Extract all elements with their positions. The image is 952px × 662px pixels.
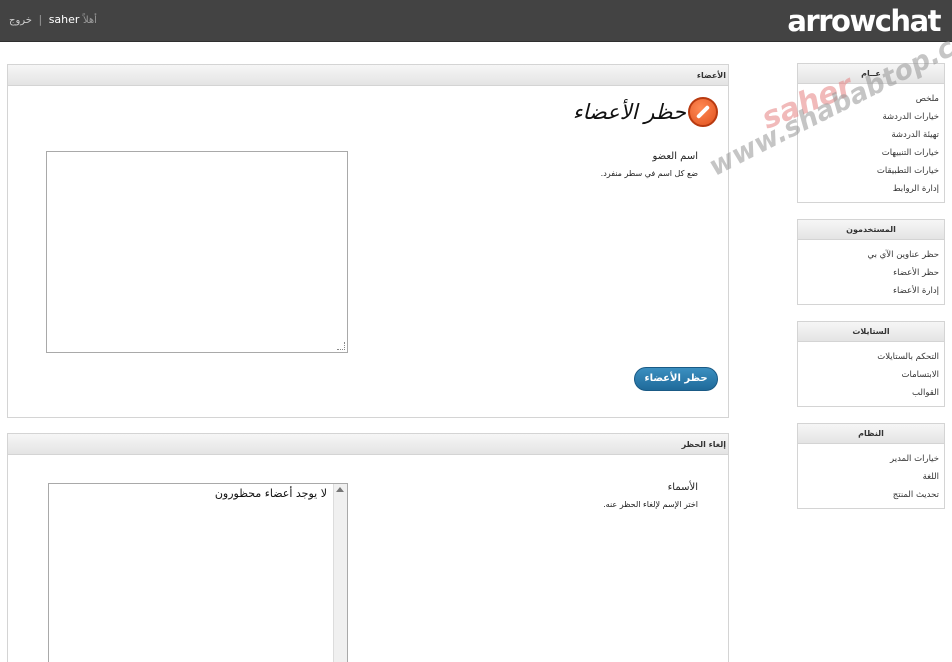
resize-grip-icon[interactable] (337, 342, 345, 350)
member-name-help: ضع كل اسم في سطر منفرد. (600, 169, 698, 178)
sidebar-users-box: المستخدمون حظر عناوين الآي بي حظر الأعضا… (797, 219, 945, 305)
logout-link[interactable]: خروج (9, 15, 32, 26)
sidebar-item-notification-options[interactable]: خيارات التنبيهات (803, 144, 939, 162)
scrollbar[interactable] (333, 484, 347, 662)
ban-members-button[interactable]: حظر الأعضاء (634, 367, 718, 391)
banned-list-item[interactable]: لا يوجد أعضاء محظورون (215, 487, 327, 500)
sidebar-item-ban-ip[interactable]: حظر عناوين الآي بي (803, 246, 939, 264)
username: saher (48, 13, 80, 26)
names-label: الأسماء (667, 482, 698, 493)
sidebar-item-chat-options[interactable]: خيارات الدردشة (803, 108, 939, 126)
unban-panel: إلغاء الحظر الأسماء اختر الإسم لإلغاء ال… (7, 433, 729, 662)
unban-panel-header: إلغاء الحظر (8, 434, 728, 455)
sidebar-item-summary[interactable]: ملخص (803, 90, 939, 108)
sidebar-general-box: عــام ملخص خيارات الدردشة تهيئة الدردشة … (797, 63, 945, 203)
sidebar-system-title: النظام (798, 424, 944, 444)
user-bar: خروج | saher أهلاً (9, 13, 97, 26)
sidebar-item-manage-links[interactable]: إدارة الروابط (803, 180, 939, 198)
greeting: أهلاً (82, 15, 97, 26)
banned-members-select[interactable]: لا يوجد أعضاء محظورون (48, 483, 348, 662)
page-title: حظر الأعضاء (573, 96, 718, 128)
ban-icon (688, 97, 718, 127)
sidebar-item-app-options[interactable]: خيارات التطبيقات (803, 162, 939, 180)
sidebar-item-language[interactable]: اللغة (803, 468, 939, 486)
sidebar-item-ban-members[interactable]: حظر الأعضاء (803, 264, 939, 282)
ban-members-panel-header: الأعضاء (8, 65, 728, 86)
sidebar-item-smilies[interactable]: الابتسامات (803, 366, 939, 384)
user-bar-separator: | (38, 13, 43, 26)
scroll-up-icon[interactable] (336, 487, 344, 492)
sidebar-item-chat-setup[interactable]: تهيئة الدردشة (803, 126, 939, 144)
member-name-label: اسم العضو (652, 151, 698, 162)
sidebar-system-box: النظام خيارات المدير اللغة تحديث المنتج (797, 423, 945, 509)
sidebar-item-style-control[interactable]: التحكم بالستايلات (803, 348, 939, 366)
sidebar-item-manage-members[interactable]: إدارة الأعضاء (803, 282, 939, 300)
member-names-textarea[interactable] (46, 151, 348, 353)
sidebar-item-admin-options[interactable]: خيارات المدير (803, 450, 939, 468)
sidebar-item-templates[interactable]: القوالب (803, 384, 939, 402)
sidebar-styles-title: الستايلات (798, 322, 944, 342)
sidebar-item-product-update[interactable]: تحديث المنتج (803, 486, 939, 504)
sidebar-users-title: المستخدمون (798, 220, 944, 240)
page-title-text: حظر الأعضاء (572, 100, 686, 124)
top-bar: خروج | saher أهلاً arrowchat (0, 0, 952, 42)
ban-members-panel: الأعضاء حظر الأعضاء اسم العضو ضع كل اسم … (7, 64, 729, 418)
sidebar-styles-box: الستايلات التحكم بالستايلات الابتسامات ا… (797, 321, 945, 407)
names-help: اختر الإسم لإلغاء الحظر عنه. (603, 500, 698, 509)
sidebar-general-title: عــام (798, 64, 944, 84)
arrowchat-logo[interactable]: arrowchat (787, 4, 941, 38)
